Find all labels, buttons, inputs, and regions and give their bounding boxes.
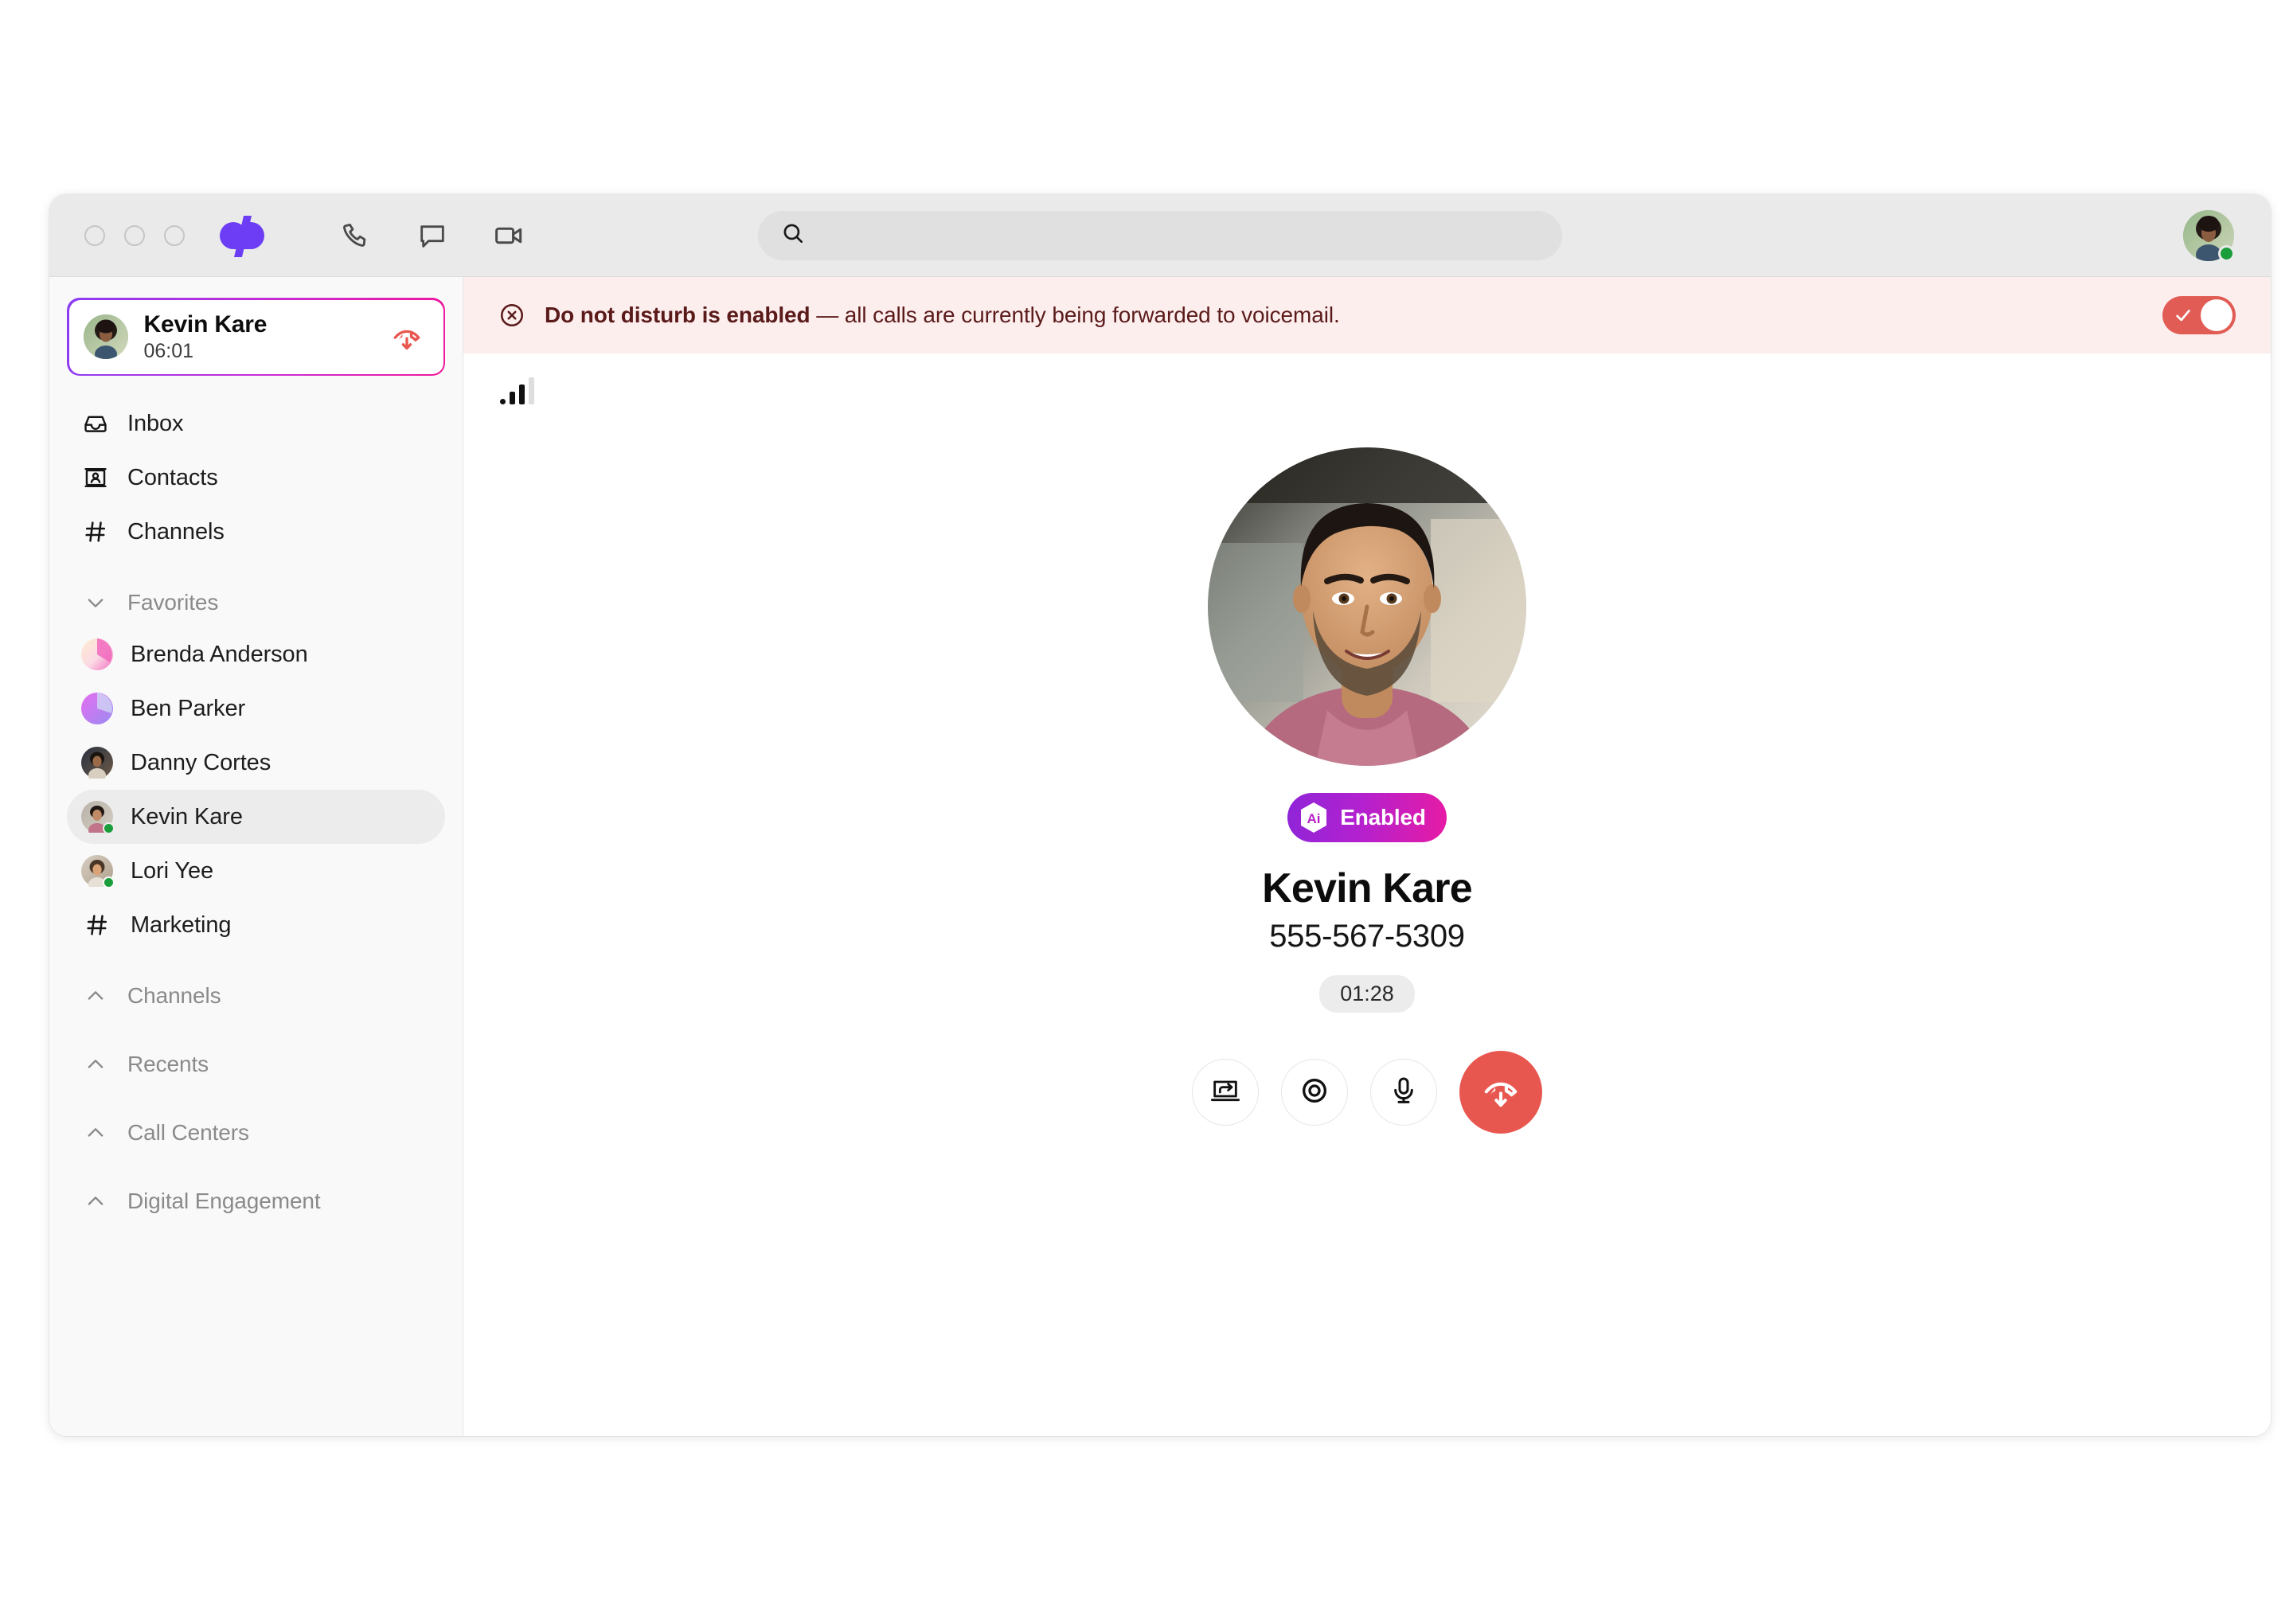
inbox-icon [81, 409, 110, 438]
app-window: Kevin Kare 06:01 Inbox Contacts Channels… [49, 194, 2271, 1436]
chevron-up-icon [81, 1050, 110, 1079]
presence-indicator [103, 822, 115, 834]
video-icon[interactable] [490, 217, 527, 254]
list-item-label: Kevin Kare [131, 803, 243, 830]
banner-text: Do not disturb is enabled — all calls ar… [545, 303, 1340, 328]
list-item[interactable]: Kevin Kare [67, 790, 445, 844]
signal-strength-icon [500, 376, 534, 404]
svg-text:Ai: Ai [1307, 811, 1321, 826]
list-item[interactable]: Brenda Anderson [67, 627, 445, 681]
active-call-text: Kevin Kare 06:01 [144, 311, 372, 363]
callee-photo [1208, 447, 1526, 766]
user-presence-indicator [2218, 244, 2235, 262]
sidebar-item-channels[interactable]: Channels [67, 505, 445, 559]
active-call-card[interactable]: Kevin Kare 06:01 [67, 298, 445, 376]
active-call-name: Kevin Kare [143, 310, 268, 338]
dialpad-logo [220, 215, 264, 257]
sidebar-item-label: Contacts [127, 464, 218, 490]
window-minimize-button[interactable] [124, 224, 145, 246]
hash-icon [81, 517, 110, 546]
avatar [81, 747, 113, 783]
section-digital-engagement-header[interactable]: Digital Engagement [67, 1177, 445, 1226]
section-recents-header[interactable]: Recents [67, 1040, 445, 1089]
app-body: Kevin Kare 06:01 Inbox Contacts Channels… [49, 277, 2271, 1436]
user-avatar[interactable] [2183, 209, 2235, 262]
list-item-label: Danny Cortes [131, 749, 271, 775]
avatar [81, 693, 113, 724]
section-call-centers-header[interactable]: Call Centers [67, 1108, 445, 1157]
chevron-up-icon [81, 1118, 110, 1147]
dnd-toggle[interactable] [2162, 296, 2236, 334]
section-label: Channels [127, 983, 221, 1008]
call-controls [1192, 1051, 1542, 1134]
sidebar-item-label: Inbox [127, 410, 184, 436]
sidebar: Kevin Kare 06:01 Inbox Contacts Channels… [49, 277, 463, 1436]
list-item[interactable]: Danny Cortes [67, 736, 445, 790]
microphone-icon [1388, 1075, 1420, 1111]
window-close-button[interactable] [84, 224, 105, 246]
do-not-disturb-banner: Do not disturb is enabled — all calls ar… [463, 277, 2271, 353]
hash-icon [81, 909, 113, 941]
hangup-icon[interactable] [388, 318, 426, 356]
banner-bold-text: Do not disturb is enabled [545, 303, 811, 327]
list-item-label: Brenda Anderson [131, 641, 308, 667]
callee-number: 555-567-5309 [1269, 919, 1465, 954]
transfer-call-button[interactable] [1192, 1059, 1259, 1126]
avatar [81, 638, 113, 670]
close-circle-icon [497, 300, 527, 330]
banner-rest-text: — all calls are currently being forwarde… [810, 303, 1340, 327]
section-label: Digital Engagement [127, 1189, 321, 1213]
hangup-icon [1480, 1070, 1522, 1115]
section-favorites-header[interactable]: Favorites [67, 578, 445, 627]
presence-indicator [103, 876, 115, 888]
sidebar-item-contacts[interactable]: Contacts [67, 451, 445, 505]
search-input[interactable] [820, 223, 1540, 248]
call-timer: 01:28 [1319, 975, 1415, 1013]
chevron-up-icon [81, 1187, 110, 1216]
window-maximize-button[interactable] [164, 224, 185, 246]
active-call-duration: 06:01 [143, 340, 194, 363]
section-label: Call Centers [127, 1120, 249, 1145]
list-item-label: Ben Parker [131, 695, 246, 721]
section-label: Favorites [127, 590, 219, 615]
main-panel: Do not disturb is enabled — all calls ar… [463, 277, 2271, 1436]
chevron-up-icon [81, 982, 110, 1010]
chat-icon[interactable] [414, 217, 451, 254]
list-item[interactable]: Lori Yee [67, 844, 445, 898]
list-item[interactable]: Ben Parker [67, 681, 445, 736]
search-bar[interactable] [758, 210, 1562, 260]
callee-name: Kevin Kare [1262, 865, 1472, 912]
section-channels-header[interactable]: Channels [67, 971, 445, 1021]
sidebar-item-label: Channels [127, 518, 225, 545]
screen-transfer-icon [1209, 1075, 1241, 1111]
ai-enabled-badge[interactable]: Ai Enabled [1287, 793, 1447, 842]
avatar [81, 855, 115, 892]
active-call-view: Ai Enabled Kevin Kare 555-567-5309 01:28 [463, 353, 2271, 1436]
check-icon [2174, 306, 2192, 324]
avatar [81, 801, 115, 837]
chevron-down-icon [81, 588, 110, 617]
end-call-button[interactable] [1459, 1051, 1542, 1134]
window-controls [84, 224, 185, 246]
ai-hex-icon: Ai [1299, 801, 1329, 834]
ai-badge-label: Enabled [1340, 805, 1426, 830]
list-item[interactable]: Marketing [67, 898, 445, 952]
toolbar-icons [338, 217, 527, 254]
sidebar-item-inbox[interactable]: Inbox [67, 396, 445, 451]
phone-icon[interactable] [338, 217, 374, 254]
active-call-inner: Kevin Kare 06:01 [68, 299, 443, 374]
record-call-button[interactable] [1281, 1059, 1348, 1126]
title-bar [49, 194, 2271, 277]
mute-button[interactable] [1370, 1059, 1437, 1126]
contacts-icon [81, 463, 110, 492]
active-call-avatar [83, 314, 128, 359]
search-icon [780, 221, 806, 250]
toggle-knob [2201, 299, 2232, 331]
list-item-label: Marketing [131, 912, 232, 938]
record-icon [1299, 1075, 1330, 1111]
list-item-label: Lori Yee [131, 857, 214, 884]
section-label: Recents [127, 1052, 209, 1076]
